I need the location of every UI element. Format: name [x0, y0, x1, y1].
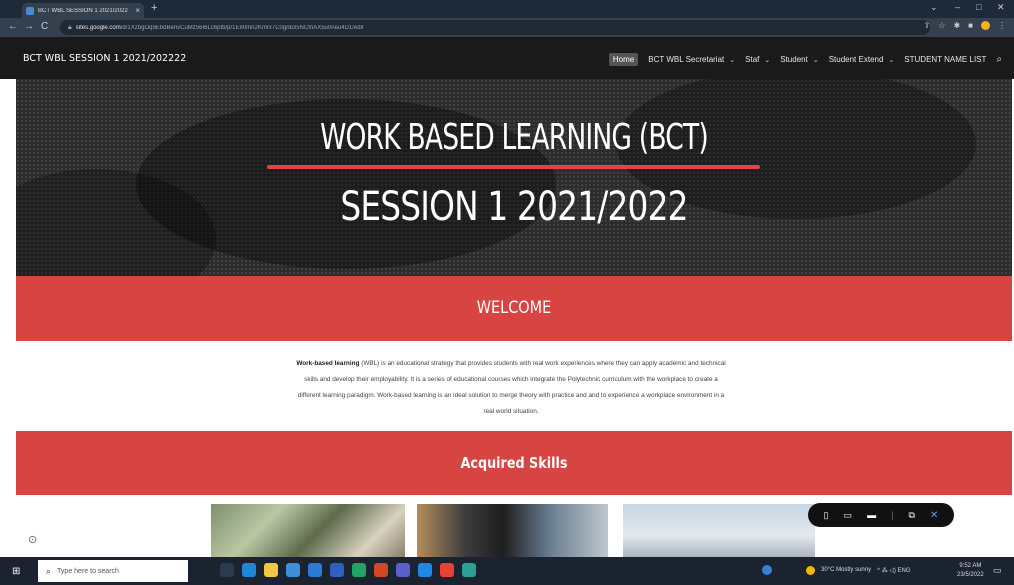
preview-device-toolbar: ▯ ▭ ▬ | ⧉ ✕	[808, 503, 954, 527]
chrome-tray-icon[interactable]	[762, 565, 772, 575]
back-button[interactable]: ←	[8, 21, 18, 32]
browser-tab[interactable]: BCT WBL SESSION 1 2021/2022 ×	[22, 3, 144, 18]
hero-underline	[267, 165, 760, 169]
profile-avatar-icon[interactable]	[981, 21, 990, 30]
system-tray: 30°C Mostly sunny ^ ⁂ ◁) ENG	[762, 565, 911, 575]
word-icon[interactable]	[330, 563, 344, 577]
toolbar-icons: ⇪ ☆ ✱ ■ ⋮	[924, 21, 1006, 30]
browser-toolbar: ← → C 🔒︎ sites.google.com/d/1XzbgOq9EbdB…	[0, 18, 1014, 37]
file-explorer-icon[interactable]	[264, 563, 278, 577]
skills-image	[211, 504, 405, 557]
sidebar-icon[interactable]: ■	[968, 21, 973, 30]
nav-item-student-extend[interactable]: Student Extend ⌄	[829, 55, 895, 64]
windows-start-icon[interactable]: ⊞	[12, 566, 20, 577]
powerpoint-icon[interactable]	[374, 563, 388, 577]
task-view-icon[interactable]	[220, 563, 234, 577]
welcome-title: WELCOME	[476, 298, 552, 318]
phone-view-icon[interactable]: ▯	[824, 510, 829, 521]
windows-taskbar: ⊞ ⌕ Type here to search 30°C Mostly sunn…	[0, 557, 1014, 585]
site-header: BCT WBL SESSION 1 2021/202222 Home BCT W…	[0, 37, 1014, 79]
minimize-button[interactable]: –	[955, 2, 960, 12]
chevron-down-icon[interactable]: ⌄	[930, 2, 938, 13]
screen: BCT WBL SESSION 1 2021/2022 × + ⌄ – □ ✕ …	[0, 0, 1014, 585]
acquired-skills-title: Acquired Skills	[460, 454, 568, 472]
taskbar-apps	[220, 563, 476, 577]
wbl-description: is an educational strategy that provides…	[297, 360, 726, 415]
nav-item-student-name-list[interactable]: STUDENT NAME LIST	[904, 55, 986, 64]
nav-item-staf[interactable]: Staf ⌄	[745, 55, 770, 64]
menu-icon[interactable]: ⋮	[998, 21, 1006, 30]
taskbar-clock[interactable]: 9:52 AM 23/5/2022	[957, 562, 984, 580]
chevron-down-icon: ⌄	[729, 56, 736, 64]
extensions-icon[interactable]: ✱	[953, 21, 960, 30]
clock-time: 9:52 AM	[959, 563, 982, 569]
welcome-section: WELCOME	[16, 276, 1012, 341]
chevron-down-icon: ⌄	[888, 56, 895, 64]
app-icon[interactable]	[462, 563, 476, 577]
wbl-term: Work-based learning	[296, 360, 360, 367]
site-info-icon[interactable]: ⊙	[28, 533, 37, 546]
welcome-paragraph: Work-based learning (WBL) is an educatio…	[296, 356, 726, 420]
hero-banner: WORK BASED LEARNING (BCT) SESSION 1 2021…	[16, 79, 1012, 276]
site-title[interactable]: BCT WBL SESSION 1 2021/202222	[23, 53, 186, 64]
weather-icon	[806, 565, 815, 575]
forward-button[interactable]: →	[24, 21, 34, 32]
site-nav: Home BCT WBL Secretariat ⌄ Staf ⌄ Student ⌄…	[608, 53, 1002, 66]
tab-close-icon[interactable]: ×	[135, 6, 140, 15]
mail-icon[interactable]	[308, 563, 322, 577]
excel-icon[interactable]	[352, 563, 366, 577]
skills-image	[623, 504, 815, 557]
taskbar-search[interactable]: ⌕ Type here to search	[38, 560, 188, 582]
tray-icons[interactable]: ^ ⁂ ◁) ENG	[877, 567, 910, 574]
reload-button[interactable]: C	[41, 21, 48, 32]
maximize-button[interactable]: □	[976, 2, 981, 12]
search-icon: ⌕	[46, 565, 52, 576]
desktop-view-icon[interactable]: ▬	[867, 510, 876, 520]
app-icon[interactable]	[418, 563, 432, 577]
site-favicon-icon	[26, 6, 34, 15]
skills-image	[417, 504, 608, 557]
hero-heading: WORK BASED LEARNING (BCT)	[320, 117, 709, 158]
browser-tab-bar: BCT WBL SESSION 1 2021/2022 × + ⌄ – □ ✕	[0, 0, 1014, 18]
nav-item-home[interactable]: Home	[608, 53, 639, 66]
close-window-button[interactable]: ✕	[997, 2, 1005, 13]
teams-icon[interactable]	[396, 563, 410, 577]
notification-icon[interactable]: ▭	[993, 565, 1002, 576]
search-icon[interactable]: ⌕	[996, 54, 1002, 65]
chevron-down-icon: ⌄	[812, 56, 819, 64]
chrome-icon[interactable]	[440, 563, 454, 577]
address-bar[interactable]: 🔒︎ sites.google.com/d/1XzbgOq9EbdBenvCuM…	[60, 20, 930, 35]
url-text: sites.google.com/d/1XzbgOq9EbdBenvCuMz56…	[75, 24, 364, 31]
close-preview-icon[interactable]: ✕	[930, 510, 938, 521]
new-tab-button[interactable]: +	[151, 2, 157, 14]
wbl-abbr: (WBL)	[359, 360, 380, 367]
star-icon[interactable]: ☆	[938, 21, 945, 30]
tablet-view-icon[interactable]: ▭	[844, 510, 853, 521]
clock-date: 23/5/2022	[957, 572, 984, 578]
store-icon[interactable]	[286, 563, 300, 577]
lock-icon: 🔒︎	[68, 23, 72, 31]
nav-item-secretariat[interactable]: BCT WBL Secretariat ⌄	[648, 55, 735, 64]
share-icon[interactable]: ⇪	[924, 21, 931, 30]
tab-title: BCT WBL SESSION 1 2021/2022	[38, 7, 128, 14]
edge-icon[interactable]	[242, 563, 256, 577]
nav-item-student[interactable]: Student ⌄	[780, 55, 818, 64]
acquired-skills-section: Acquired Skills	[16, 431, 1012, 495]
open-new-window-icon[interactable]: ⧉	[909, 510, 915, 521]
hero-subheading: SESSION 1 2021/2022	[340, 184, 688, 230]
taskbar-search-placeholder: Type here to search	[57, 567, 119, 575]
weather-text[interactable]: 30°C Mostly sunny	[821, 567, 871, 573]
divider: |	[891, 510, 894, 520]
chevron-down-icon: ⌄	[764, 56, 771, 64]
